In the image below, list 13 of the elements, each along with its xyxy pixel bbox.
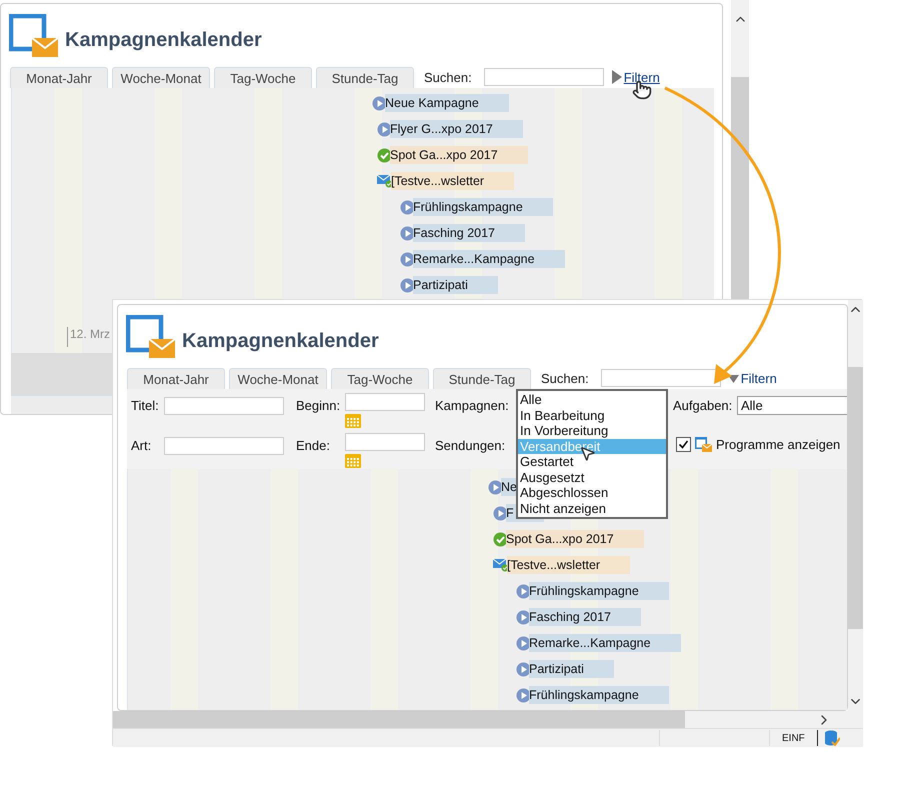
checkbox-label: Programme anzeigen xyxy=(716,436,840,452)
window-title: Kampagnenkalender xyxy=(182,330,379,352)
search-label: Suchen: xyxy=(541,370,589,386)
field-label: Art: xyxy=(131,438,152,453)
field-label: Sendungen: xyxy=(435,438,506,453)
field-label: Aufgaben: xyxy=(673,398,734,413)
field-label: Kampagnen: xyxy=(435,398,510,413)
input-mode: EINF xyxy=(782,732,805,744)
field-label: Beginn: xyxy=(296,398,342,413)
field-label: Titel: xyxy=(131,398,160,413)
field-label: Ende: xyxy=(296,438,331,453)
search-label: Suchen: xyxy=(424,70,472,84)
window-title: Kampagnenkalender xyxy=(65,28,262,52)
